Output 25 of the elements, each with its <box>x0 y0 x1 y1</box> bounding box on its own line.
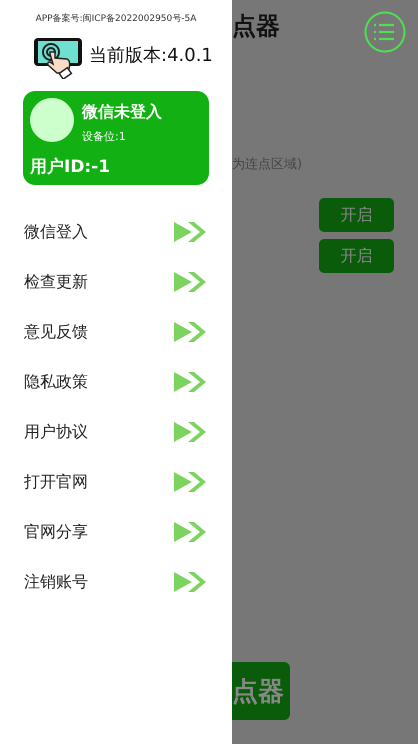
double-arrow-icon <box>174 372 206 392</box>
menu-icon[interactable] <box>364 11 406 53</box>
avatar <box>30 98 74 142</box>
double-arrow-icon <box>174 272 206 292</box>
menu-item[interactable]: 微信登入 <box>0 207 232 257</box>
device-label: 设备位:1 <box>82 129 127 144</box>
menu-item[interactable]: 注销账号 <box>0 557 232 607</box>
menu-item[interactable]: 检查更新 <box>0 257 232 307</box>
menu-item[interactable]: 意见反馈 <box>0 307 232 357</box>
double-arrow-icon <box>174 422 206 442</box>
user-id: 用户ID:-1 <box>30 156 112 178</box>
double-arrow-icon <box>174 522 206 542</box>
page-title: 点器 <box>232 11 280 42</box>
menu-item[interactable]: 用户协议 <box>0 407 232 457</box>
double-arrow-icon <box>174 222 206 242</box>
double-arrow-icon <box>174 322 206 342</box>
menu-item[interactable]: 官网分享 <box>0 507 232 557</box>
version-label: 当前版本:4.0.1 <box>89 44 213 67</box>
double-arrow-icon <box>174 472 206 492</box>
record-number: APP备案号:闽ICP备2022002950号-5A <box>34 12 198 25</box>
menu-item[interactable]: 隐私政策 <box>0 357 232 407</box>
menu-item[interactable]: 打开官网 <box>0 457 232 507</box>
double-arrow-icon <box>174 572 206 592</box>
user-name: 微信未登入 <box>82 102 162 123</box>
phone-tap-icon <box>33 37 85 79</box>
